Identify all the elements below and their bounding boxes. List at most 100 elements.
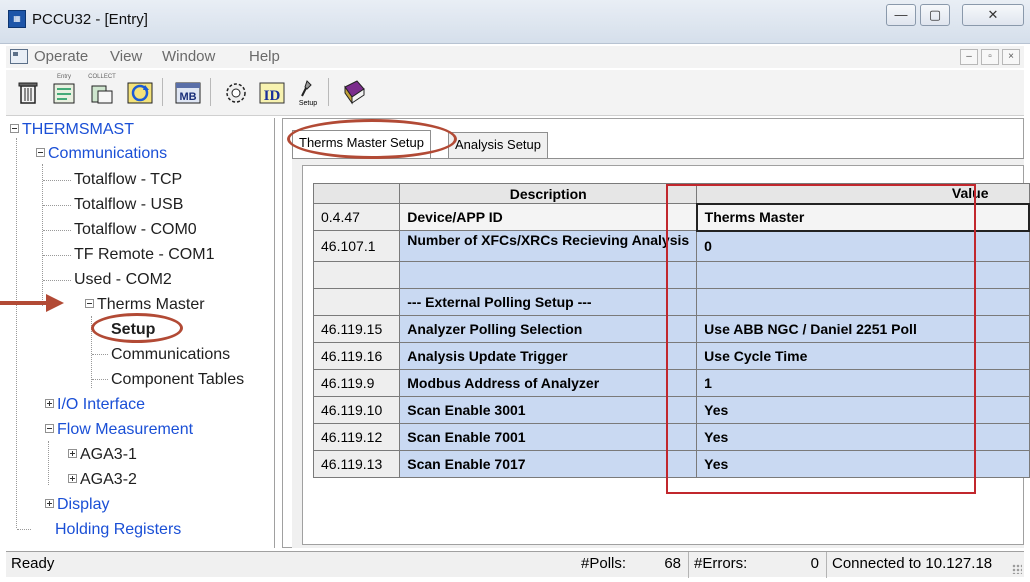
description-cell: Scan Enable 7001 bbox=[399, 423, 698, 451]
annotation-ellipse bbox=[287, 119, 457, 159]
resize-grip-icon[interactable] bbox=[1012, 564, 1022, 574]
mdi-document-icon[interactable] bbox=[10, 49, 28, 64]
register-cell: 46.119.13 bbox=[312, 450, 401, 478]
menu-help[interactable]: Help bbox=[249, 48, 280, 65]
tree-item-io-interface[interactable]: I/O Interface bbox=[45, 393, 145, 417]
id-button[interactable]: ID bbox=[256, 76, 286, 106]
tree-connector bbox=[43, 230, 71, 231]
setup-caption: Setup bbox=[299, 100, 317, 107]
maximize-button[interactable]: ▢ bbox=[920, 4, 950, 26]
mdi-close-button[interactable]: × bbox=[1002, 49, 1020, 65]
header-description: Description bbox=[399, 183, 698, 204]
tree-item-display[interactable]: Display bbox=[45, 493, 109, 517]
description-cell bbox=[399, 261, 698, 289]
description-cell: Analysis Update Trigger bbox=[399, 342, 698, 370]
tree-item-totalflow-usb[interactable]: Totalflow - USB bbox=[74, 193, 183, 217]
toolbar-separator bbox=[328, 78, 329, 106]
register-cell bbox=[312, 261, 401, 289]
toolbar: Entry COLLECT MB ID Setup bbox=[6, 70, 1024, 116]
tree-item-label: Flow Measurement bbox=[57, 421, 194, 438]
title-bar: ▦ PCCU32 - [Entry] — ▢ ✕ bbox=[0, 0, 1030, 44]
header-register bbox=[312, 183, 401, 204]
collect-icon bbox=[91, 85, 113, 104]
tab-analysis-setup[interactable]: Analysis Setup bbox=[448, 132, 548, 158]
mdi-restore-button[interactable]: ▫ bbox=[981, 49, 999, 65]
close-button[interactable]: ✕ bbox=[962, 4, 1024, 26]
modbus-icon: MB bbox=[175, 82, 201, 104]
tree-item-label: I/O Interface bbox=[57, 396, 146, 413]
menu-bar: Operate View Window Help – ▫ × bbox=[6, 46, 1024, 68]
tree-connector bbox=[92, 354, 108, 355]
tree-connector bbox=[92, 379, 108, 380]
description-cell: Number of XFCs/XRCs Recieving Analysis bbox=[399, 230, 698, 262]
entry-button[interactable]: Entry bbox=[48, 74, 78, 106]
id-caption: ID bbox=[264, 88, 281, 104]
register-cell: 46.119.16 bbox=[312, 342, 401, 370]
collect-button[interactable]: COLLECT bbox=[86, 74, 116, 106]
expand-icon[interactable] bbox=[68, 449, 77, 458]
window-title: PCCU32 - [Entry] bbox=[32, 11, 148, 28]
menu-operate[interactable]: Operate bbox=[34, 48, 88, 65]
collapse-icon[interactable] bbox=[45, 424, 54, 433]
tree-item-communications[interactable]: Communications bbox=[36, 142, 167, 166]
description-cell: Scan Enable 7017 bbox=[399, 450, 698, 478]
help-book-button[interactable] bbox=[338, 76, 368, 106]
entry-icon bbox=[53, 83, 75, 104]
tree-item-tf-remote-com1[interactable]: TF Remote - COM1 bbox=[74, 243, 214, 267]
status-bar: Ready #Polls: 68 #Errors: 0 Connected to… bbox=[6, 551, 1024, 578]
tree-item-component-tables[interactable]: Component Tables bbox=[111, 368, 244, 392]
status-polls-label: #Polls: bbox=[581, 555, 627, 572]
status-errors-value: 0 bbox=[810, 555, 819, 572]
description-cell: Analyzer Polling Selection bbox=[399, 315, 698, 343]
setup-button[interactable]: Setup bbox=[292, 76, 322, 107]
register-cell: 46.119.9 bbox=[312, 369, 401, 397]
tree-item-used-com2[interactable]: Used - COM2 bbox=[74, 268, 172, 292]
expand-icon[interactable] bbox=[45, 399, 54, 408]
expand-icon[interactable] bbox=[45, 499, 54, 508]
collapse-icon[interactable] bbox=[36, 148, 45, 157]
tree-connector bbox=[43, 255, 71, 256]
collapse-icon[interactable] bbox=[85, 299, 94, 308]
register-cell: 46.119.10 bbox=[312, 396, 401, 424]
register-cell: 46.119.15 bbox=[312, 315, 401, 343]
mdi-minimize-button[interactable]: – bbox=[960, 49, 978, 65]
collect-caption: COLLECT bbox=[88, 74, 116, 80]
register-cell: 46.119.12 bbox=[312, 423, 401, 451]
menu-window[interactable]: Window bbox=[162, 48, 215, 65]
tree-connector bbox=[43, 280, 71, 281]
tree-item-label: Display bbox=[57, 496, 110, 513]
status-ready: Ready bbox=[11, 555, 55, 572]
settings-button[interactable] bbox=[220, 76, 250, 106]
tree-item-aga3-2[interactable]: AGA3-2 bbox=[68, 468, 137, 492]
tree-item-totalflow-com0[interactable]: Totalflow - COM0 bbox=[74, 218, 197, 242]
refresh-button[interactable] bbox=[124, 76, 154, 106]
minimize-button[interactable]: — bbox=[886, 4, 916, 26]
menu-view[interactable]: View bbox=[110, 48, 142, 65]
tree-item-label: AGA3-2 bbox=[80, 471, 137, 488]
help-book-icon bbox=[344, 80, 365, 105]
tree-item-label: AGA3-1 bbox=[80, 446, 137, 463]
modbus-button[interactable]: MB bbox=[172, 76, 202, 106]
tree-connector bbox=[43, 180, 71, 181]
status-connection: Connected to 10.127.18 bbox=[826, 552, 1018, 578]
annotation-ellipse bbox=[91, 313, 183, 343]
tree-root[interactable]: THERMSMAST bbox=[10, 118, 134, 142]
tree-item-holding-registers[interactable]: Holding Registers bbox=[55, 518, 181, 542]
refresh-icon bbox=[127, 82, 153, 104]
trash-button[interactable] bbox=[12, 76, 42, 106]
tree-item-aga3-1[interactable]: AGA3-1 bbox=[68, 443, 137, 467]
collapse-icon[interactable] bbox=[10, 124, 19, 133]
tree-connector bbox=[43, 205, 71, 206]
register-cell: 46.107.1 bbox=[312, 230, 401, 262]
description-cell: Device/APP ID bbox=[399, 203, 698, 231]
tree-item-label: Communications bbox=[48, 145, 168, 162]
section-heading-cell: --- External Polling Setup --- bbox=[399, 288, 698, 316]
tree-root-label: THERMSMAST bbox=[22, 121, 134, 138]
description-cell: Modbus Address of Analyzer bbox=[399, 369, 698, 397]
modbus-caption: MB bbox=[179, 91, 196, 103]
status-polls-value: 68 bbox=[664, 555, 681, 572]
tree-item-flow-measurement[interactable]: Flow Measurement bbox=[45, 418, 193, 442]
tree-item-totalflow-tcp[interactable]: Totalflow - TCP bbox=[74, 168, 182, 192]
tree-item-tm-communications[interactable]: Communications bbox=[111, 343, 230, 367]
expand-icon[interactable] bbox=[68, 474, 77, 483]
